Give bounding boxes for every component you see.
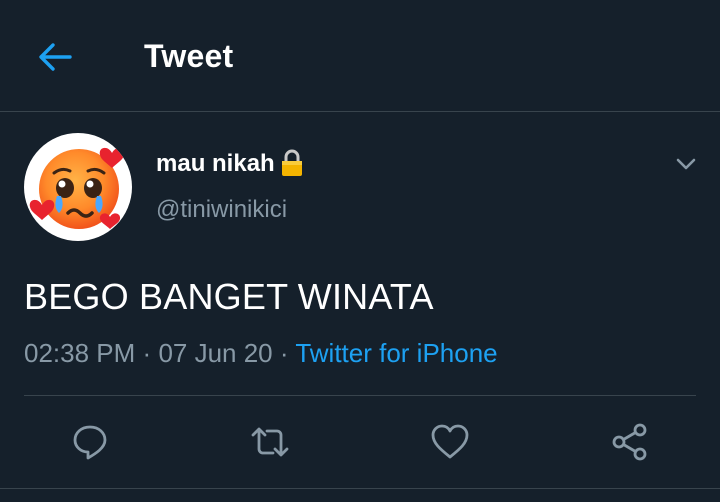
divider — [24, 395, 696, 396]
back-button[interactable] — [30, 34, 80, 80]
avatar[interactable] — [24, 133, 132, 241]
share-icon — [612, 423, 647, 461]
arrow-left-icon — [39, 43, 72, 71]
tweet-text: BEGO BANGET WINATA — [24, 276, 434, 317]
user-handle[interactable]: @tiniwinikici — [156, 196, 287, 224]
lock-icon — [281, 149, 302, 176]
top-app-bar: Tweet — [0, 0, 720, 112]
page-title: Tweet — [144, 38, 234, 74]
tweet-detail-screen: Tweet mau nikah @tiniwinikici BEGO BANGE… — [0, 0, 720, 502]
tweet-time: 02:38 PM — [24, 338, 136, 368]
tweet-metadata: 02:38 PM · 07 Jun 20 · Twitter for iPhon… — [24, 338, 498, 369]
share-button[interactable] — [608, 420, 652, 464]
reply-icon — [73, 425, 107, 460]
tweet-date: 07 Jun 20 — [158, 338, 273, 368]
chevron-down-icon[interactable] — [672, 150, 700, 178]
reply-button[interactable] — [68, 420, 112, 464]
like-icon — [431, 424, 469, 459]
display-name-text: mau nikah — [156, 150, 275, 177]
meta-separator: · — [142, 338, 152, 368]
tweet-source-link[interactable]: Twitter for iPhone — [295, 338, 497, 368]
retweet-button[interactable] — [248, 420, 292, 464]
like-button[interactable] — [428, 420, 472, 464]
pleading-face-icon — [29, 147, 125, 229]
meta-separator: · — [279, 338, 289, 368]
bottom-divider — [0, 488, 720, 489]
display-name[interactable]: mau nikah — [156, 149, 305, 178]
retweet-icon — [251, 427, 289, 457]
